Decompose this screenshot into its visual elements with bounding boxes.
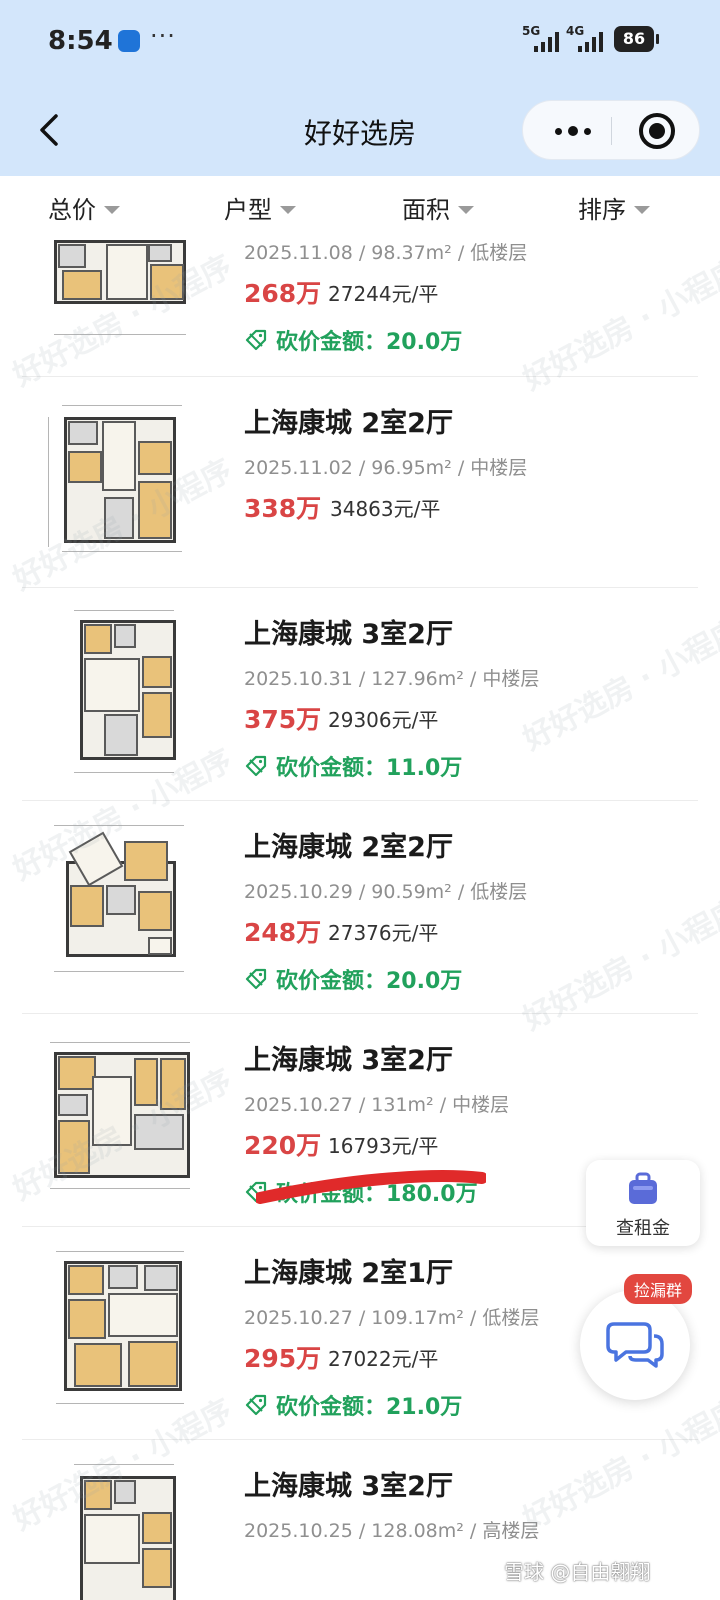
bargain-label: 砍价金额：20.0万 (276, 969, 463, 994)
close-miniprogram-icon[interactable] (639, 113, 675, 149)
miniprogram-capsule (522, 100, 700, 160)
more-options-icon[interactable] (543, 115, 603, 147)
listing-unit-price: 27022元/平 (328, 1347, 439, 1371)
filter-area[interactable]: 面积 (402, 190, 474, 225)
listing-title: 上海康城 3室2厅 (244, 1471, 453, 1502)
bargain-label: 砍价金额：11.0万 (276, 756, 463, 781)
signal-5g-icon (534, 30, 559, 52)
listing-price: 295万 (244, 1344, 322, 1373)
bargain-label: 砍价金额：20.0万 (276, 330, 463, 355)
footer-watermark-text: 雪球 @自由翱翔 (504, 1560, 651, 1584)
listing-scroll[interactable]: 2025.11.08 / 98.37m² / 低楼层 268万 27244元/平… (0, 240, 720, 1600)
list-item[interactable]: 上海康城 2室2厅 2025.11.02 / 96.95m² / 中楼层 338… (0, 377, 720, 587)
listing-price: 375万 (244, 705, 322, 734)
listing-unit-price: 27244元/平 (328, 282, 439, 306)
listing-price: 268万 (244, 279, 322, 308)
filter-layout[interactable]: 户型 (224, 190, 296, 225)
filter-sort[interactable]: 排序 (578, 190, 650, 225)
listing-title: 上海康城 3室2厅 (244, 1045, 453, 1076)
price-tag-icon (245, 1394, 267, 1416)
check-rent-label: 查租金 (616, 1218, 670, 1239)
floorplan-thumbnail (44, 606, 196, 782)
listing-title: 上海康城 2室2厅 (244, 832, 453, 863)
red-highlight-stroke (256, 1170, 486, 1204)
listing-unit-price: 34863元/平 (330, 497, 441, 521)
capsule-divider (611, 117, 612, 145)
listing-unit-price: 27376元/平 (328, 921, 439, 945)
filter-bar: 总价 户型 面积 排序 (0, 176, 720, 240)
floorplan-thumbnail (44, 1247, 196, 1417)
status-time: 8:54 (48, 26, 113, 56)
filter-total-price[interactable]: 总价 (48, 190, 120, 225)
filter-label: 户型 (224, 196, 272, 224)
bargain-label: 砍价金额：21.0万 (276, 1395, 463, 1420)
listing-unit-price: 29306元/平 (328, 708, 439, 732)
listing-meta: 2025.10.31 / 127.96m² / 中楼层 (244, 668, 540, 690)
chevron-down-icon (280, 205, 296, 214)
luggage-icon (629, 1172, 657, 1204)
signal-4g-icon (578, 30, 603, 52)
chevron-down-icon (634, 205, 650, 214)
footer-watermark: 雪球 @自由翱翔 (504, 1556, 650, 1585)
check-rent-button[interactable]: 查租金 (586, 1160, 700, 1246)
filter-label: 排序 (578, 196, 626, 224)
listing-meta: 2025.10.27 / 131m² / 中楼层 (244, 1094, 510, 1116)
filter-label: 面积 (402, 196, 450, 224)
price-tag-icon (245, 755, 267, 777)
listing-price: 338万 (244, 494, 322, 523)
price-tag-icon (245, 968, 267, 990)
group-chat-button[interactable] (580, 1290, 690, 1400)
status-bar: 8:54 ··· 5G 4G 86 (0, 0, 720, 86)
listing-meta: 2025.10.25 / 128.08m² / 高楼层 (244, 1520, 540, 1542)
nav-bar: 好好选房 (0, 86, 720, 176)
battery-icon: 86 (614, 26, 654, 52)
listing-title: 上海康城 3室2厅 (244, 619, 453, 650)
bargain-amount: 砍价金额：11.0万 (244, 750, 462, 782)
listing-title: 上海康城 2室2厅 (244, 408, 453, 439)
bargain-amount: 砍价金额：20.0万 (244, 324, 462, 356)
chat-bubble-icon (606, 1322, 664, 1368)
listing-meta: 2025.10.27 / 109.17m² / 低楼层 (244, 1307, 540, 1329)
battery-tip (656, 34, 659, 44)
listing-price: 248万 (244, 918, 322, 947)
chevron-down-icon (104, 205, 120, 214)
chevron-down-icon (458, 205, 474, 214)
bargain-amount: 砍价金额：20.0万 (244, 963, 462, 995)
filter-label: 总价 (48, 196, 96, 224)
listing-meta: 2025.11.08 / 98.37m² / 低楼层 (244, 242, 528, 264)
listing-unit-price: 16793元/平 (328, 1134, 439, 1158)
bargain-amount: 砍价金额：21.0万 (244, 1389, 462, 1421)
chat-badge: 捡漏群 (624, 1274, 693, 1304)
listing-meta: 2025.10.29 / 90.59m² / 低楼层 (244, 881, 528, 903)
listing-price: 220万 (244, 1131, 322, 1160)
app-notification-icon (118, 30, 140, 52)
more-notifications-icon: ··· (150, 22, 176, 50)
price-tag-icon (245, 329, 267, 351)
listing-title: 上海康城 2室1厅 (244, 1258, 453, 1289)
listing-meta: 2025.11.02 / 96.95m² / 中楼层 (244, 457, 528, 479)
